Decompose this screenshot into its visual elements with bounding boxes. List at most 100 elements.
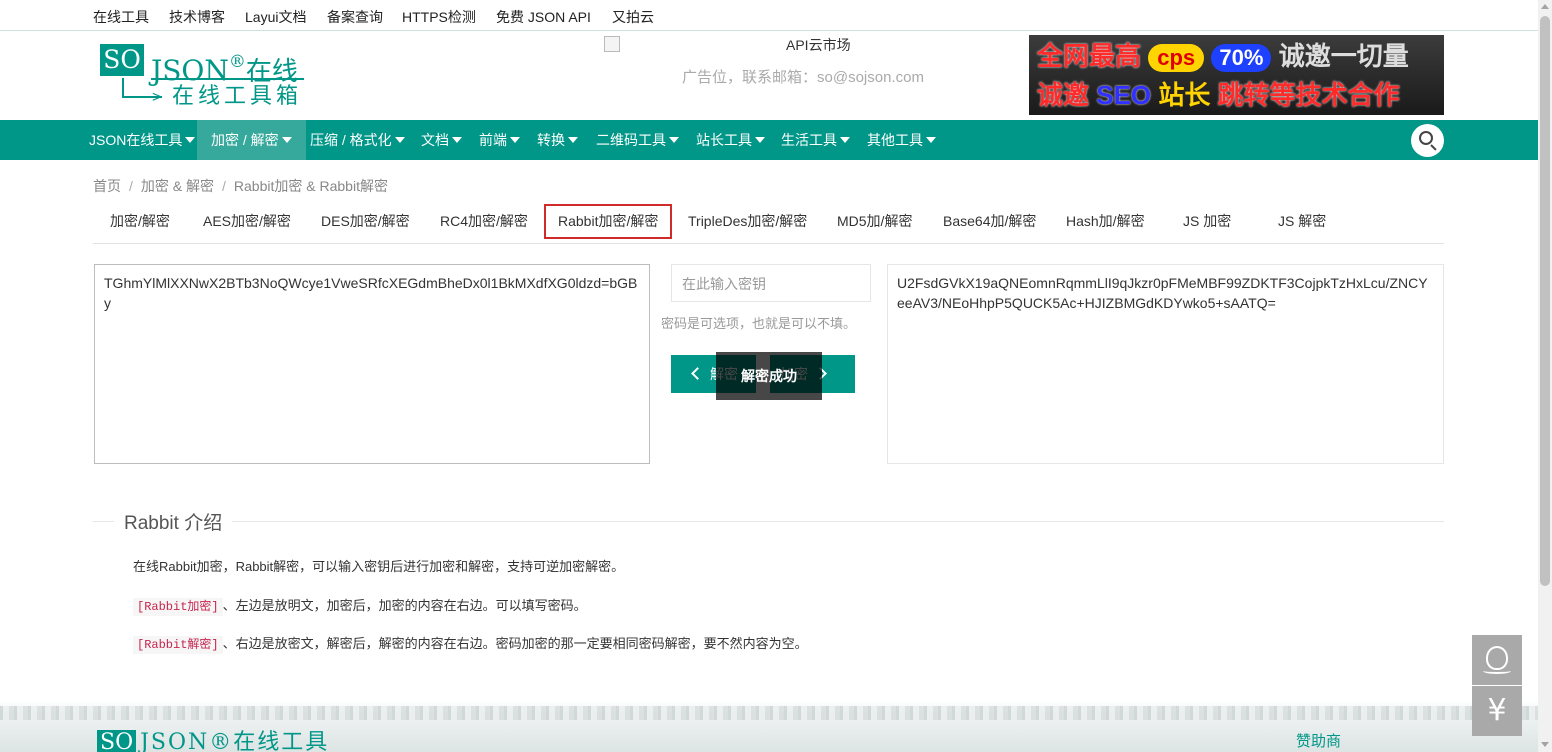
caret-down-icon xyxy=(394,137,405,143)
toplink-tech-blog[interactable]: 技术博客 xyxy=(169,7,225,27)
tab-base64[interactable]: Base64加/解密 xyxy=(943,204,1036,239)
nav-label: 转换 xyxy=(537,132,565,148)
donate-button[interactable]: ¥ xyxy=(1472,686,1522,736)
chevron-left-icon xyxy=(691,367,704,380)
banner-text-1: 全网最高 xyxy=(1037,41,1142,71)
intro-paragraph-2: [Rabbit加密] 、左边是放明文，加密后，加密的内容在右边。可以填写密码。 xyxy=(133,595,587,616)
search-button[interactable] xyxy=(1411,124,1444,157)
breadcrumb: 首页 / 加密 & 解密 / Rabbit加密 & Rabbit解密 xyxy=(93,176,388,196)
tab-des[interactable]: DES加密/解密 xyxy=(321,204,410,239)
site-logo[interactable]: SO JSON®在线 > 在线工具箱 xyxy=(100,40,320,112)
banner-text-3: 诚邀 xyxy=(1037,80,1090,110)
intro-paragraph-2-text: 、左边是放明文，加密后，加密的内容在右边。可以填写密码。 xyxy=(222,598,587,613)
caret-down-icon xyxy=(281,137,292,143)
qq-contact-button[interactable] xyxy=(1472,635,1522,685)
tab-js-decrypt[interactable]: JS 解密 xyxy=(1278,204,1326,239)
nav-label: JSON在线工具 xyxy=(89,132,183,148)
plaintext-textarea[interactable]: TGhmYlMlXXNwX2BTb3NoQWcye1VweSRfcXEGdmBh… xyxy=(94,264,650,464)
banner-seo: SEO xyxy=(1096,80,1152,110)
sponsor-heading: 赞助商 xyxy=(1296,733,1342,750)
banner-row-2: 诚邀 SEO 站长 跳转等技术合作 xyxy=(1037,79,1400,111)
banner-pct: 70% xyxy=(1211,44,1272,72)
tool-tabs: 加密/解密 AES加密/解密 DES加密/解密 RC4加密/解密 Rabbit加… xyxy=(93,204,1444,244)
scroll-up-icon[interactable] xyxy=(1541,4,1549,9)
nav-item-docs[interactable]: 文档 xyxy=(421,120,462,160)
nav-item-compress-format[interactable]: 压缩 / 格式化 xyxy=(310,120,405,160)
page-scrollbar[interactable] xyxy=(1538,0,1552,752)
caret-down-icon xyxy=(185,137,196,143)
footer-logo-text: JSON®在线工具 xyxy=(140,730,330,752)
nav-label: 生活工具 xyxy=(781,132,837,148)
breadcrumb-sep: / xyxy=(129,178,133,194)
banner-text-5: 跳转等技术合作 xyxy=(1217,80,1400,110)
nav-item-qrcode[interactable]: 二维码工具 xyxy=(596,120,679,160)
tab-encrypt-decrypt[interactable]: 加密/解密 xyxy=(110,204,170,239)
toplink-json-api[interactable]: 免费 JSON API xyxy=(496,7,591,27)
ciphertext-textarea[interactable]: U2FsdGVkX19aQNEomnRqmmLlI9qJkzr0pFMeMBF9… xyxy=(887,264,1444,464)
toplink-icp-query[interactable]: 备案查询 xyxy=(327,7,383,27)
search-icon xyxy=(1419,131,1433,145)
toplink-online-tools[interactable]: 在线工具 xyxy=(93,7,149,27)
breadcrumb-current: Rabbit加密 & Rabbit解密 xyxy=(233,178,388,194)
qq-icon xyxy=(1486,646,1508,670)
logo-mark: SO xyxy=(100,44,144,76)
tab-rc4[interactable]: RC4加密/解密 xyxy=(440,204,528,239)
caret-down-icon xyxy=(926,137,936,143)
nav-label: 其他工具 xyxy=(867,132,923,148)
logo-tagline: 在线工具箱 xyxy=(172,83,303,108)
caret-down-icon xyxy=(510,137,520,143)
breadcrumb-sep: / xyxy=(222,178,226,194)
logo-arrowhead: > xyxy=(152,89,162,106)
broken-image-icon xyxy=(604,36,620,52)
nav-item-other[interactable]: 其他工具 xyxy=(867,120,936,160)
nav-label: 前端 xyxy=(479,132,507,148)
toplink-https-check[interactable]: HTTPS检测 xyxy=(402,7,476,27)
code-rabbit-decrypt: [Rabbit解密] xyxy=(133,636,223,654)
breadcrumb-category[interactable]: 加密 & 解密 xyxy=(141,178,214,194)
nav-label: 站长工具 xyxy=(696,132,752,148)
caret-down-icon xyxy=(840,137,850,143)
tab-md5[interactable]: MD5加/解密 xyxy=(837,204,912,239)
nav-item-webmaster[interactable]: 站长工具 xyxy=(696,120,765,160)
banner-text-4: 站长 xyxy=(1158,80,1211,110)
caret-down-icon xyxy=(755,137,765,143)
nav-item-json-tools[interactable]: JSON在线工具 xyxy=(89,120,196,160)
scroll-thumb[interactable] xyxy=(1540,16,1550,586)
nav-item-frontend[interactable]: 前端 xyxy=(479,120,520,160)
promo-banner[interactable]: 全网最高 cps 70% 诚邀一切量 诚邀 SEO 站长 跳转等技术合作 xyxy=(1029,35,1444,115)
tab-hash[interactable]: Hash加/解密 xyxy=(1066,204,1145,239)
tab-js-encrypt[interactable]: JS 加密 xyxy=(1183,204,1231,239)
footer: SO JSON®在线工具 赞助商 xyxy=(0,700,1538,752)
footer-logo[interactable]: SO JSON®在线工具 xyxy=(97,730,329,752)
tab-tripledes[interactable]: TripleDes加密/解密 xyxy=(688,204,807,239)
top-link-bar: 在线工具 技术博客 Layui文档 备案查询 HTTPS检测 免费 JSON A… xyxy=(0,0,1538,31)
nav-item-convert[interactable]: 转换 xyxy=(537,120,578,160)
footer-wave-decoration xyxy=(0,706,1538,720)
scroll-down-icon[interactable] xyxy=(1541,742,1549,747)
toplink-upyun[interactable]: 又拍云 xyxy=(612,7,654,27)
tab-rabbit[interactable]: Rabbit加密/解密 xyxy=(544,204,673,239)
caret-down-icon xyxy=(568,137,578,143)
tab-aes[interactable]: AES加密/解密 xyxy=(203,204,291,239)
nav-item-encrypt-decrypt[interactable]: 加密 / 解密 xyxy=(197,120,306,160)
breadcrumb-home[interactable]: 首页 xyxy=(93,178,121,194)
qq-icon-base xyxy=(1483,668,1511,674)
nav-label: 文档 xyxy=(421,132,449,148)
key-input[interactable]: 在此输入密钥 xyxy=(671,264,871,302)
main-nav: JSON在线工具 加密 / 解密 压缩 / 格式化 文档 前端 转换 二维码工具… xyxy=(0,120,1538,160)
intro-title: Rabbit 介绍 xyxy=(114,508,233,535)
nav-label: 二维码工具 xyxy=(596,132,666,148)
nav-label: 压缩 / 格式化 xyxy=(310,132,392,148)
banner-row-1: 全网最高 cps 70% 诚邀一切量 xyxy=(1037,40,1409,72)
intro-paragraph-3: [Rabbit解密] 、右边是放密文，解密后，解密的内容在右边。密码加密的那一定要… xyxy=(133,633,808,654)
intro-paragraph-3-text: 、右边是放密文，解密后，解密的内容在右边。密码加密的那一定要相同密码解密，要不然… xyxy=(222,636,808,651)
toplink-layui-docs[interactable]: Layui文档 xyxy=(245,7,306,27)
banner-text-2: 诚邀一切量 xyxy=(1278,41,1409,71)
ad-image[interactable]: API云市场 xyxy=(604,35,864,55)
ad-image-alt: API云市场 xyxy=(786,37,851,53)
nav-item-life[interactable]: 生活工具 xyxy=(781,120,850,160)
footer-logo-mark: SO xyxy=(97,730,137,752)
key-hint: 密码是可选项，也就是可以不填。 xyxy=(661,316,857,331)
intro-paragraph-1: 在线Rabbit加密，Rabbit解密，可以输入密钥后进行加密和解密，支持可逆加… xyxy=(133,559,625,574)
search-icon-handle xyxy=(1430,144,1437,151)
